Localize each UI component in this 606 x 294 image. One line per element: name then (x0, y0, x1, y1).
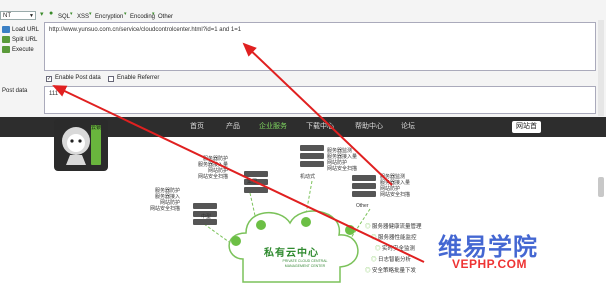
split-url-link[interactable]: Split URL (12, 36, 37, 44)
site-scrollbar[interactable] (598, 177, 604, 197)
server-icon (352, 175, 376, 197)
post-data-input[interactable]: 111 (44, 86, 596, 114)
enable-post-checkbox[interactable]: ✓ (46, 76, 52, 82)
cloud-subtitle: PRIVATE CLOUD CENTRAL MANAGEMENT CENTER (282, 259, 328, 268)
server-name: Other (356, 203, 369, 209)
menu-encryption[interactable]: Encryption (95, 12, 123, 22)
feature-item: ◎ 服务器性能监控 (371, 235, 417, 241)
url-input[interactable]: http://www.yunsuo.com.cn/service/cloudco… (44, 22, 596, 71)
execute-icon (2, 46, 10, 53)
feature-item: ◎ 服务器健康流量管理 (365, 224, 422, 230)
enable-post-label: Enable Post data (55, 75, 101, 81)
server-desc: 服务器防护 服务器接入 网站防护 网站安全扫描 (150, 188, 181, 212)
encoding-select[interactable]: NT ▼ (0, 11, 36, 20)
chevron-down-icon: ▾ (124, 11, 127, 17)
green-dot-icon: ● (49, 10, 54, 17)
server-icon (300, 145, 324, 167)
menu-other[interactable]: Other (158, 12, 173, 22)
nav-item-download[interactable]: 下载中心 (306, 117, 334, 137)
server-desc: 服务器监测 服务器接入量 网站防护 网站安全扫描 (327, 148, 358, 172)
chevron-down-icon: ▼ (29, 13, 34, 19)
load-url-link[interactable]: Load URL (12, 26, 39, 34)
feature-item: ◎ 实时安全监测 (375, 246, 416, 252)
nav-item-forum[interactable]: 论坛 (401, 117, 415, 137)
nav-item-enterprise[interactable]: 企业服务 (259, 117, 287, 137)
panel-scrollbar[interactable] (598, 20, 604, 116)
website-content: 首页 产品 企业服务 下载中心 帮助中心 论坛 网站首 云锁 服务器防护 服务器… (0, 117, 606, 294)
watermark-en: VEPHP.COM (452, 257, 527, 271)
dropdown-arrow-icon[interactable]: ▾ (40, 10, 44, 18)
nav-item-products[interactable]: 产品 (226, 117, 240, 137)
load-url-icon (2, 26, 10, 33)
nav-item-home[interactable]: 首页 (190, 117, 204, 137)
feature-item: ◎ 日志智能分析 (371, 257, 412, 263)
server-desc: 服务器防护 服务器接入量 网站防护 网站安全扫描 (198, 156, 229, 180)
split-url-icon (2, 36, 10, 43)
chevron-down-icon: ▾ (152, 11, 155, 17)
cloud-title: 私有云中心 (264, 248, 319, 259)
menu-xss[interactable]: XSS (77, 12, 89, 22)
chevron-down-icon: ▾ (89, 11, 92, 17)
home-button[interactable]: 网站首 (512, 121, 541, 133)
hackbar-panel: NT ▼ ▾ ● SQL ▾ XSS ▾ Encryption ▾ Encodi… (0, 0, 606, 118)
feature-item: ◎ 安全策略批量下发 (365, 268, 417, 274)
nav-item-help[interactable]: 帮助中心 (355, 117, 383, 137)
server-name: 集团 (247, 179, 258, 185)
feature-list: ◎ 服务器健康流量管理 ◎ 服务器性能监控 ◎ 实时安全监测 ◎ 日志智能分析 … (365, 222, 422, 277)
post-data-label: Post data (2, 88, 28, 94)
select-value: NT (3, 13, 11, 19)
enable-referrer-checkbox[interactable] (108, 76, 114, 82)
server-name: 中型 (201, 214, 212, 220)
menu-bar: NT ▼ ▾ ● SQL ▾ XSS ▾ Encryption ▾ Encodi… (0, 10, 606, 22)
enable-referrer-label: Enable Referrer (117, 75, 160, 81)
server-name: 机动式 (300, 174, 316, 180)
server-desc: 服务器监测 服务器接入量 网站防护 网站安全扫描 (380, 174, 411, 198)
menu-sql[interactable]: SQL (58, 12, 70, 22)
execute-link[interactable]: Execute (12, 46, 34, 54)
chevron-down-icon: ▾ (70, 11, 73, 17)
